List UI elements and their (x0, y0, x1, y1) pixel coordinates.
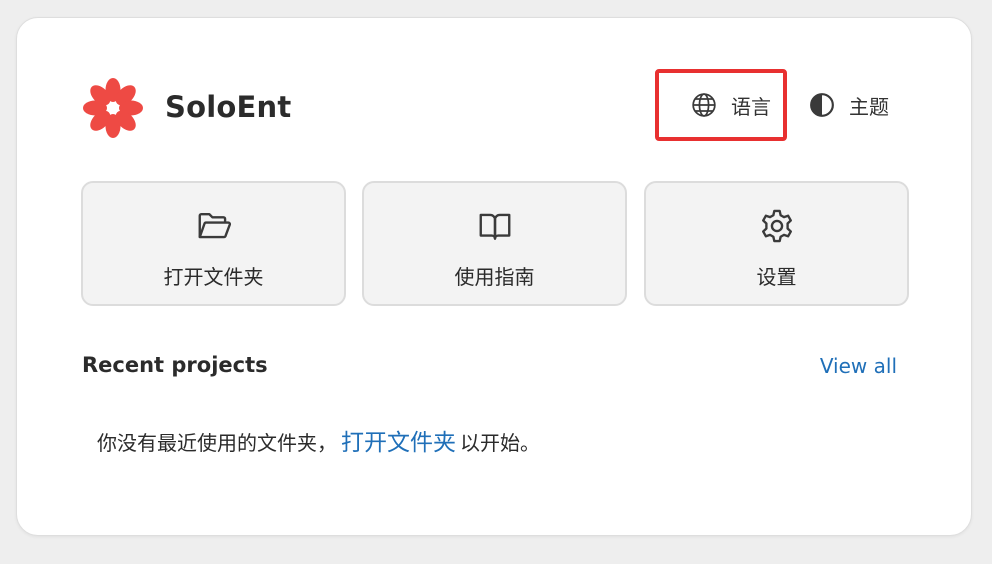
language-button[interactable]: 语言 (655, 69, 787, 141)
app-logo-icon (83, 78, 143, 138)
empty-suffix: 以开始。 (460, 431, 540, 455)
book-open-icon (476, 207, 514, 245)
settings-label: 设置 (756, 265, 797, 289)
language-label: 语言 (731, 94, 771, 119)
gear-icon (758, 207, 796, 245)
open-folder-link[interactable]: 打开文件夹 (341, 430, 456, 456)
recent-projects-title: Recent projects (82, 353, 268, 377)
globe-icon (691, 92, 717, 118)
recent-empty-message: 你没有最近使用的文件夹， 打开文件夹 以开始。 (97, 423, 540, 457)
open-folder-button[interactable]: 打开文件夹 (81, 181, 346, 306)
app-title: SoloEnt (165, 90, 292, 124)
user-guide-label: 使用指南 (454, 265, 535, 289)
theme-label: 主题 (849, 94, 889, 119)
settings-button[interactable]: 设置 (644, 181, 909, 306)
contrast-icon (809, 92, 835, 118)
empty-prefix: 你没有最近使用的文件夹， (97, 431, 337, 455)
user-guide-button[interactable]: 使用指南 (362, 181, 627, 306)
folder-open-icon (195, 207, 233, 245)
view-all-link[interactable]: View all (820, 354, 897, 378)
theme-button[interactable]: 主题 (808, 69, 889, 141)
open-folder-label: 打开文件夹 (163, 265, 264, 289)
